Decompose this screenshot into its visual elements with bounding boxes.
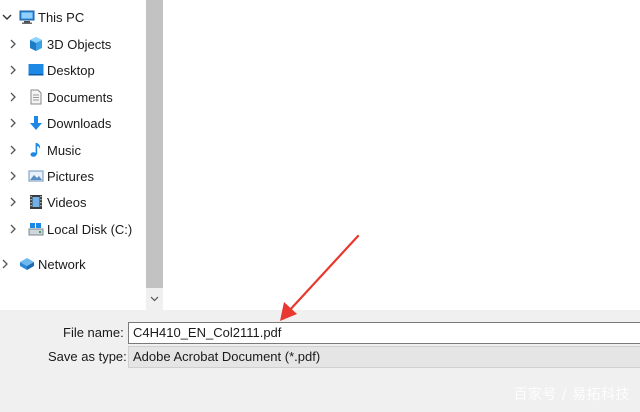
chevron-right-icon[interactable] — [0, 252, 10, 276]
tree-item-desktop[interactable]: Desktop — [0, 58, 146, 82]
tree-item-label: Documents — [47, 89, 113, 105]
tree-item-music[interactable]: Music — [0, 138, 146, 162]
chevron-down-icon — [150, 296, 159, 302]
tree-item-pictures[interactable]: Pictures — [0, 164, 146, 188]
network-icon — [19, 256, 35, 272]
documents-icon — [28, 89, 44, 105]
save-as-type-label: Save as type: — [48, 349, 127, 364]
tree-item-label: Music — [47, 142, 81, 158]
chevron-down-icon[interactable] — [2, 5, 12, 29]
videos-icon — [28, 194, 44, 210]
navigation-pane: This PC 3D Objects Desktop Documents Dow… — [0, 0, 146, 310]
tree-item-3d-objects[interactable]: 3D Objects — [0, 32, 146, 56]
scroll-down-button[interactable] — [146, 290, 163, 308]
tree-item-label: Downloads — [47, 115, 112, 131]
downloads-icon — [28, 115, 44, 131]
chevron-right-icon[interactable] — [8, 164, 18, 188]
chevron-right-icon[interactable] — [8, 58, 18, 82]
tree-item-videos[interactable]: Videos — [0, 190, 146, 214]
file-list-pane[interactable] — [163, 0, 640, 310]
tree-item-label: Pictures — [47, 168, 94, 184]
tree-item-this-pc[interactable]: This PC — [0, 5, 146, 29]
scrollbar-thumb[interactable] — [146, 0, 163, 288]
chevron-right-icon[interactable] — [8, 32, 18, 56]
tree-item-label: Network — [38, 256, 86, 272]
save-as-type-select[interactable]: Adobe Acrobat Document (*.pdf) — [128, 346, 640, 368]
tree-item-label: This PC — [38, 9, 85, 25]
chevron-right-icon[interactable] — [8, 85, 18, 109]
pictures-icon — [28, 168, 44, 184]
3d-objects-icon — [28, 36, 44, 52]
desktop-icon — [28, 62, 44, 78]
local-disk-icon — [28, 221, 44, 237]
file-name-input[interactable]: C4H410_EN_Col2111.pdf — [128, 322, 640, 344]
tree-item-label: Desktop — [47, 62, 95, 78]
chevron-right-icon[interactable] — [8, 190, 18, 214]
music-icon — [28, 142, 44, 158]
save-options-panel: File name: C4H410_EN_Col2111.pdf Save as… — [0, 310, 640, 412]
tree-item-label: 3D Objects — [47, 36, 112, 52]
tree-item-network[interactable]: Network — [0, 252, 146, 276]
tree-item-label: Local Disk (C:) — [47, 221, 133, 237]
file-name-label: File name: — [63, 325, 124, 340]
computer-icon — [19, 9, 35, 25]
nav-scrollbar[interactable] — [146, 0, 163, 310]
tree-item-label: Videos — [47, 194, 87, 210]
chevron-right-icon[interactable] — [8, 217, 18, 241]
tree-item-documents[interactable]: Documents — [0, 85, 146, 109]
tree-item-local-disk[interactable]: Local Disk (C:) — [0, 217, 146, 241]
tree-item-downloads[interactable]: Downloads — [0, 111, 146, 135]
watermark: 百家号 / 易拓科技 — [513, 387, 630, 403]
chevron-right-icon[interactable] — [8, 111, 18, 135]
chevron-right-icon[interactable] — [8, 138, 18, 162]
